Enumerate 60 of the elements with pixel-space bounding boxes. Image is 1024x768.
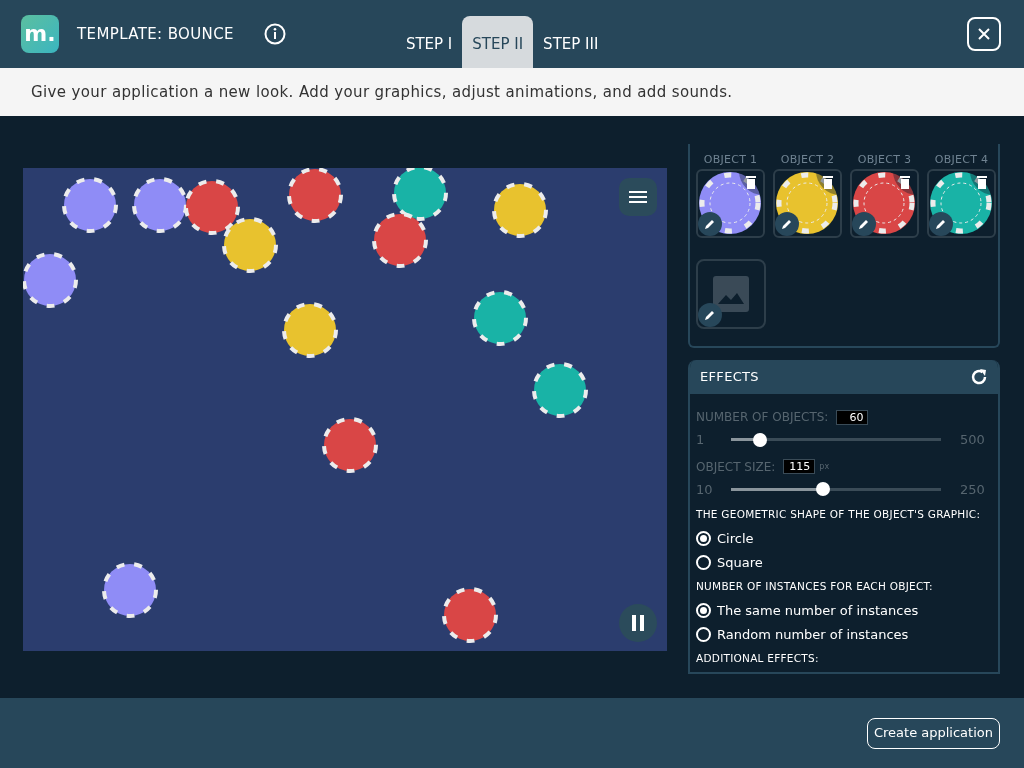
delete-button[interactable]	[739, 170, 763, 195]
size-label: OBJECT SIZE:	[696, 458, 776, 476]
radio-button[interactable]	[696, 555, 711, 571]
radio-button[interactable]	[696, 531, 711, 547]
logo: m.	[21, 15, 59, 53]
radio-button[interactable]	[696, 603, 711, 618]
info-icon[interactable]	[263, 23, 286, 45]
object-thumbnail[interactable]	[696, 168, 765, 238]
slider-min: 1	[696, 431, 706, 449]
instances-heading: NUMBER OF INSTANCES FOR EACH OBJECT:	[696, 578, 934, 594]
pencil-icon	[858, 217, 870, 230]
create-application-button[interactable]: Create application	[866, 717, 1000, 749]
template-title: TEMPLATE: BOUNCE	[77, 23, 234, 45]
size-unit: px	[819, 460, 830, 473]
close-icon	[977, 27, 991, 41]
size-field[interactable]: 115	[783, 459, 816, 474]
reset-icon[interactable]	[970, 368, 988, 386]
delete-button[interactable]	[816, 170, 840, 195]
object-thumbnail[interactable]	[773, 168, 842, 238]
shape-heading: THE GEOMETRIC SHAPE OF THE OBJECT'S GRAPHIC:	[696, 507, 982, 522]
slider-max: 500	[960, 431, 986, 449]
menu-icon	[629, 190, 647, 204]
pause-icon	[631, 615, 645, 631]
object-label: OBJECT 3	[857, 152, 912, 168]
menu-button[interactable]	[619, 178, 657, 216]
slider-thumb[interactable]	[816, 482, 831, 497]
trash-icon	[746, 176, 756, 189]
object-label: OBJECT 1	[703, 152, 758, 168]
description: Give your application a new look. Add your graphics, adjust animations, and add sounds.	[31, 81, 733, 103]
slider-thumb[interactable]	[753, 432, 768, 447]
delete-button[interactable]	[970, 170, 994, 195]
step-tab[interactable]: STEP I	[395, 16, 463, 68]
radio-label[interactable]: Circle	[717, 529, 754, 549]
effects-title: EFFECTS	[700, 368, 759, 387]
trash-icon	[823, 176, 833, 189]
additional-heading: ADDITIONAL EFFECTS:	[696, 650, 820, 666]
step-tab[interactable]: STEP III	[533, 16, 609, 68]
object-thumbnail[interactable]	[850, 168, 919, 238]
radio-label[interactable]: Square	[717, 553, 763, 573]
step-tab[interactable]: STEP II	[462, 16, 534, 68]
trash-icon	[900, 176, 910, 189]
pencil-icon	[781, 217, 793, 230]
pencil-icon	[704, 308, 716, 321]
close-button[interactable]	[967, 17, 1001, 51]
object-label: OBJECT 4	[934, 152, 989, 168]
pencil-icon	[935, 217, 947, 230]
number-label: NUMBER OF OBJECTS:	[696, 409, 829, 426]
radio-label[interactable]: The same number of instances	[717, 600, 919, 621]
image-icon	[713, 275, 749, 312]
edit-button[interactable]	[698, 302, 722, 327]
slider-max: 250	[960, 480, 986, 499]
number-field[interactable]: 60	[836, 409, 869, 425]
trash-icon	[977, 176, 987, 189]
radio-button[interactable]	[696, 627, 711, 642]
object-thumbnail[interactable]	[927, 168, 996, 238]
object-label: OBJECT 2	[780, 152, 835, 168]
radio-label[interactable]: Random number of instances	[717, 624, 909, 645]
slider-min: 10	[696, 480, 712, 499]
delete-button[interactable]	[893, 170, 917, 195]
pencil-icon	[704, 217, 716, 230]
